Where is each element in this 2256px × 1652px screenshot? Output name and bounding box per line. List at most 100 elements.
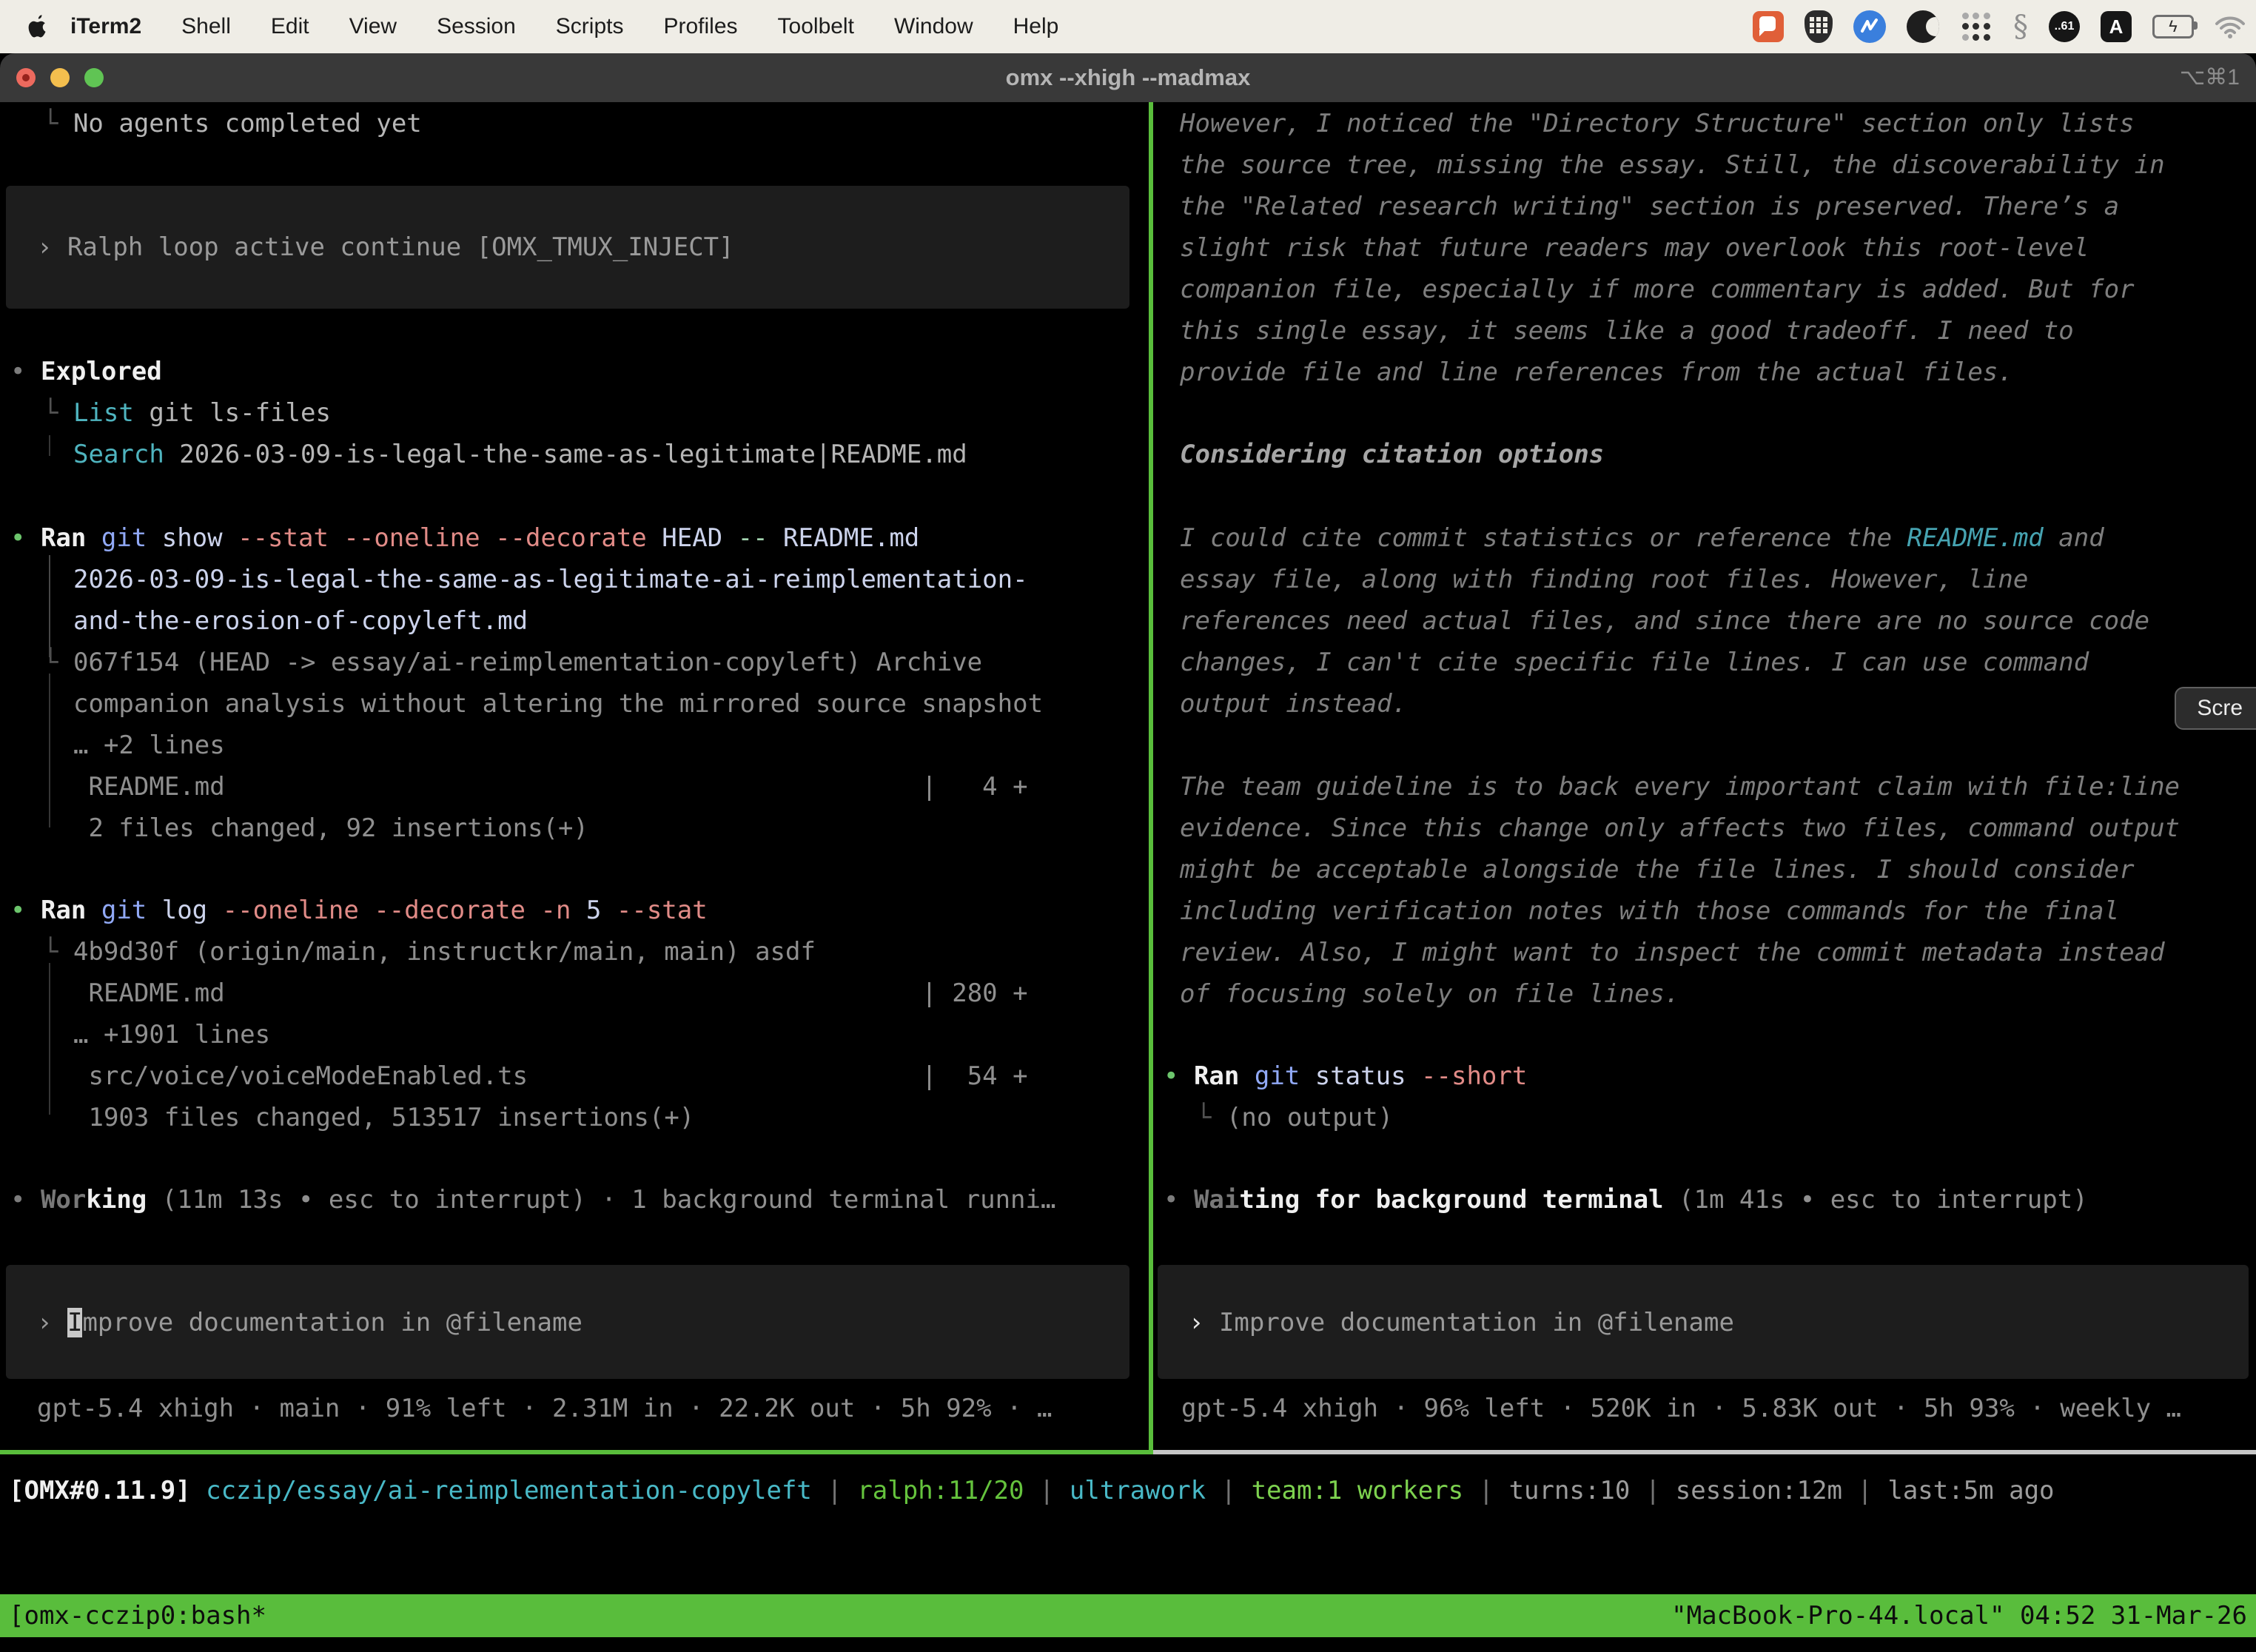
- prompt-input-box[interactable]: › Improve documentation in @filename: [1158, 1265, 2249, 1379]
- menu-item-iterm2[interactable]: iTerm2: [48, 14, 161, 39]
- apple-menu-icon[interactable]: [28, 15, 48, 38]
- text-segment: last:5m ago: [1887, 1476, 2054, 1505]
- blue-zigzag-icon[interactable]: [1853, 10, 1886, 43]
- text-segment: might be acceptable alongside the file l…: [1180, 855, 2135, 884]
- omx-status-line: [OMX#0.11.9] cczip/essay/ai-reimplementa…: [0, 1470, 2256, 1511]
- terminal-line: 1903 files changed, 513517 insertions(+): [0, 1097, 1149, 1138]
- text-segment: --short: [1421, 1061, 1527, 1091]
- terminal-line: companion file, especially if more comme…: [1153, 269, 2256, 310]
- chat-app-icon[interactable]: [1753, 11, 1784, 42]
- text-segment: slight risk that future readers may over…: [1180, 233, 2089, 263]
- text-segment: ultrawork: [1070, 1476, 1206, 1505]
- text-segment: references need actual files, and since …: [1180, 606, 2149, 636]
- timer-badge-icon[interactable]: ..61: [2049, 11, 2080, 42]
- text-segment: Ran: [41, 523, 101, 553]
- terminal-line: └ List git ls-files: [0, 392, 1149, 434]
- menu-bar-items: iTerm2ShellEditViewSessionScriptsProfile…: [48, 14, 1078, 39]
- text-segment: README.md: [783, 523, 919, 553]
- text-segment: |: [1024, 1476, 1070, 1505]
- prompt-input-text[interactable]: › Ralph loop active continue [OMX_TMUX_I…: [6, 186, 1129, 268]
- menu-item-toolbelt[interactable]: Toolbelt: [758, 14, 874, 39]
- tree-guide-line: [49, 963, 50, 1115]
- text-segment: 2026-03-09-is-legal-the-same-as-legitima…: [73, 565, 1028, 594]
- terminal-line: • Working (11m 13s • esc to interrupt) ·…: [0, 1179, 1149, 1220]
- text-segment: •: [10, 896, 41, 925]
- terminal-line: might be acceptable alongside the file l…: [1153, 849, 2256, 890]
- wifi-icon[interactable]: [2215, 15, 2246, 38]
- text-segment: companion analysis without altering the …: [73, 689, 1043, 719]
- tree-guide-line: [49, 674, 50, 827]
- text-segment: •: [1164, 1185, 1194, 1215]
- text-segment: ting for background terminal: [1239, 1185, 1663, 1215]
- text-segment: git: [1255, 1061, 1315, 1091]
- a-app-icon[interactable]: A: [2101, 11, 2132, 42]
- terminal-pane-right[interactable]: However, I noticed the "Directory Struct…: [1153, 102, 2256, 1450]
- prompt-input-box[interactable]: › Improve documentation in @filename: [6, 1265, 1129, 1379]
- window-title: omx --xhigh --madmax: [0, 53, 2256, 102]
- shield-grid-icon[interactable]: [1805, 10, 1833, 43]
- text-segment: this single essay, it seems like a good …: [1180, 316, 2074, 346]
- text-segment: team:1 workers: [1252, 1476, 1464, 1505]
- terminal-line: of focusing solely on file lines.: [1153, 973, 2256, 1015]
- menu-item-view[interactable]: View: [329, 14, 417, 39]
- menu-item-session[interactable]: Session: [417, 14, 536, 39]
- text-segment: including verification notes with those …: [1180, 896, 2119, 926]
- terminal-line: including verification notes with those …: [1153, 890, 2256, 932]
- text-segment: --stat --oneline --decorate: [238, 523, 662, 553]
- text-segment: ›: [1189, 1308, 1219, 1337]
- text-segment: I could cite commit statistics or refere…: [1180, 523, 1907, 553]
- prompt-input-text[interactable]: › Improve documentation in @filename: [6, 1265, 1129, 1343]
- text-segment: 1903 files changed, 513517 insertions(+): [73, 1103, 694, 1132]
- terminal-line: └ (no output): [1153, 1097, 2256, 1138]
- text-segment: essay file, along with finding root file…: [1180, 565, 2028, 594]
- terminal-line: changes, I can't cite specific file line…: [1153, 642, 2256, 683]
- text-segment: the "Related research writing" section i…: [1180, 192, 2119, 221]
- menu-item-help[interactable]: Help: [993, 14, 1079, 39]
- prompt-input-box[interactable]: › Ralph loop active continue [OMX_TMUX_I…: [6, 186, 1129, 309]
- terminal-line: └ 067f154 (HEAD -> essay/ai-reimplementa…: [0, 642, 1149, 683]
- text-segment: 4b9d30f (origin/main, instructkr/main, m…: [73, 937, 816, 967]
- text-segment: |: [1463, 1476, 1508, 1505]
- window-shortcut-badge: ⌥⌘1: [2180, 53, 2240, 102]
- text-segment: (no output): [1226, 1103, 1393, 1132]
- text-segment: Explored: [41, 357, 162, 386]
- text-segment: --oneline --decorate: [223, 896, 541, 925]
- terminal-line: 2 files changed, 92 insertions(+): [0, 807, 1149, 849]
- text-segment: |: [1630, 1476, 1675, 1505]
- menu-item-edit[interactable]: Edit: [251, 14, 329, 39]
- title-bar[interactable]: omx --xhigh --madmax ⌥⌘1: [0, 53, 2256, 102]
- prompt-input-text[interactable]: › Improve documentation in @filename: [1158, 1265, 2249, 1343]
- terminal-line: and-the-erosion-of-copyleft.md: [0, 600, 1149, 642]
- apple-logo-icon: [28, 15, 48, 38]
- screen-tooltip: Scre: [2175, 687, 2256, 730]
- text-segment: └: [43, 648, 73, 677]
- left-pane-bottom-border: [0, 1450, 1153, 1454]
- text-segment: git: [101, 523, 162, 553]
- terminal-line: • Ran git status --short: [1153, 1055, 2256, 1097]
- menu-item-scripts[interactable]: Scripts: [536, 14, 644, 39]
- terminal-line: src/voice/voiceModeEnabled.ts | 54 +: [0, 1055, 1149, 1097]
- text-segment: List: [73, 398, 149, 428]
- terminal-pane-left[interactable]: └ No agents completed yet › Ralph loop ac…: [0, 102, 1149, 1450]
- text-segment: No agents completed yet: [73, 109, 422, 138]
- text-segment: However, I noticed the "Directory Struct…: [1180, 109, 2135, 138]
- terminal-line: However, I noticed the "Directory Struct…: [1153, 103, 2256, 144]
- text-segment: review. Also, I might want to inspect th…: [1180, 938, 2165, 967]
- squiggle-icon[interactable]: §: [2013, 10, 2028, 44]
- dark-crescent-icon[interactable]: [1907, 10, 1939, 43]
- terminal-line: provide file and line references from th…: [1153, 352, 2256, 393]
- terminal-line: slight risk that future readers may over…: [1153, 227, 2256, 269]
- menu-item-profiles[interactable]: Profiles: [643, 14, 757, 39]
- terminal-line: The team guideline is to back every impo…: [1153, 766, 2256, 807]
- terminal-line: gpt-5.4 xhigh · 96% left · 520K in · 5.8…: [1153, 1388, 2256, 1429]
- battery-icon[interactable]: ϟ: [2152, 15, 2194, 38]
- dots-grid-icon[interactable]: [1960, 10, 1993, 43]
- text-segment: show: [162, 523, 238, 553]
- text-segment: 5: [586, 896, 617, 925]
- text-segment: session:12m: [1676, 1476, 1842, 1505]
- right-pane-bottom-border: [1153, 1450, 2256, 1454]
- menu-item-shell[interactable]: Shell: [161, 14, 251, 39]
- menu-item-window[interactable]: Window: [874, 14, 993, 39]
- terminal-line: README.md | 4 +: [0, 766, 1149, 807]
- iterm-window: omx --xhigh --madmax ⌥⌘1 └ No agents com…: [0, 53, 2256, 1652]
